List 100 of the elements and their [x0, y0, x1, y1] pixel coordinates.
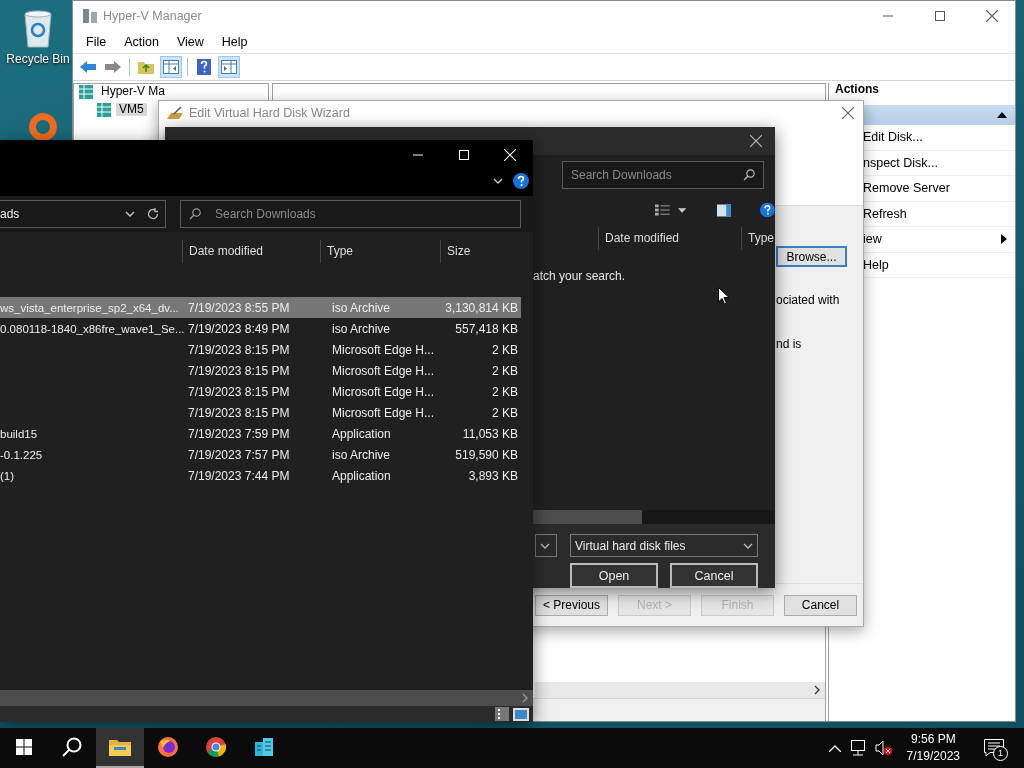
file-row[interactable]: 7/19/2023 8:15 PM Microsoft Edge H... 2 KB	[0, 402, 521, 423]
description-text: ociated with	[776, 293, 841, 307]
action-link[interactable]: iew	[863, 232, 1001, 247]
help-icon[interactable]	[760, 202, 776, 218]
description-text: nd is	[776, 337, 803, 351]
details-view-icon[interactable]	[495, 707, 509, 721]
horizontal-scrollbar[interactable]	[535, 682, 825, 698]
file-row[interactable]: (1) 7/19/2023 7:44 PM Application 3,893 KB	[0, 465, 521, 486]
clock[interactable]: 9:56 PM 7/19/2023	[900, 731, 966, 765]
help-icon[interactable]	[513, 173, 529, 189]
file-row[interactable]: build15 7/19/2023 7:59 PM Application 11,053 KB	[0, 423, 521, 444]
date-cell: 7/19/2023 8:15 PM	[188, 405, 290, 420]
notifications-button[interactable]: 1	[974, 728, 1014, 768]
search-field[interactable]: Search Downloads	[562, 161, 764, 189]
menu-item[interactable]: View	[167, 35, 213, 49]
column-header[interactable]: Date modified	[598, 226, 741, 250]
folder-icon[interactable]	[109, 738, 131, 756]
chevron-down-icon	[540, 542, 550, 549]
expand-ribbon-button[interactable]	[493, 178, 503, 184]
volume-muted-icon[interactable]	[874, 740, 893, 756]
file-row[interactable]: 7/19/2023 8:15 PM Microsoft Edge H... 2 KB	[0, 381, 521, 402]
size-cell: 3,893 KB	[468, 468, 518, 483]
desktop-icon-label[interactable]: Recycle Bin	[6, 52, 70, 66]
caret-up-icon[interactable]	[828, 744, 841, 752]
file-row[interactable]: -0.1.225 7/19/2023 7:57 PM iso Archive 519,590 KB	[0, 444, 521, 465]
file-row[interactable]: 7/19/2023 8:15 PM Microsoft Edge H... 2 KB	[0, 339, 521, 360]
wizard-button[interactable]: Cancel	[784, 594, 857, 616]
browser-logo-icon[interactable]	[205, 736, 227, 758]
close-icon	[750, 135, 762, 147]
maximize-icon	[935, 11, 945, 21]
wizard-button[interactable]: < Previous	[535, 594, 608, 616]
file-row[interactable]: ws_vista_enterprise_sp2_x64_dv... 7/19/2023 8:55 PM iso Archive 3,130,814 KB	[0, 297, 521, 318]
server-buildings-icon[interactable]	[253, 736, 275, 758]
app-icon	[83, 8, 97, 24]
column-header[interactable]: Date modified	[182, 240, 320, 263]
refresh-icon[interactable]	[147, 208, 159, 220]
close-icon	[842, 107, 854, 119]
address-bar[interactable]: ads	[0, 200, 166, 228]
dropdown-arrow-icon[interactable]	[677, 207, 686, 213]
maximize-icon	[459, 150, 469, 160]
search-icon[interactable]	[62, 737, 82, 757]
menu-item[interactable]: Action	[115, 35, 168, 49]
panel-right-icon	[221, 60, 237, 74]
file-row[interactable]: 0.080118-1840_x86fre_wave1_Se... 7/19/2023 8:49 PM iso Archive 557,418 KB	[0, 318, 521, 339]
file-name: ws_vista_enterprise_sp2_x64_dv...	[0, 301, 179, 314]
empty-message: atch your search.	[533, 269, 626, 283]
folder-up-icon	[138, 60, 154, 74]
show-tree-button[interactable]	[160, 56, 182, 78]
panel-left-icon	[163, 60, 179, 74]
preview-pane-icon[interactable]	[716, 203, 732, 217]
large-icons-view-icon[interactable]	[513, 707, 529, 721]
file-name: -0.1.225	[0, 448, 43, 461]
column-header[interactable]: Type	[320, 240, 440, 263]
file-name-dropdown[interactable]	[535, 534, 557, 557]
file-type-dropdown[interactable]: Virtual hard disk files	[570, 534, 758, 557]
size-cell: 11,053 KB	[462, 426, 518, 441]
tree-item[interactable]: VM5	[116, 103, 147, 116]
action-link[interactable]: Help	[863, 257, 1007, 272]
show-action-pane-button[interactable]	[218, 56, 240, 78]
horizontal-scrollbar[interactable]	[0, 690, 533, 706]
server-icon	[96, 101, 112, 118]
tree-item[interactable]: Hyper-V Ma	[98, 85, 168, 98]
size-cell: 557,418 KB	[455, 321, 518, 336]
windows-logo-icon[interactable]	[16, 739, 32, 755]
close-icon	[986, 10, 998, 22]
action-link[interactable]: Edit Disk...	[863, 130, 1007, 145]
taskbar-app[interactable]	[96, 728, 144, 768]
action-link[interactable]: Refresh	[863, 206, 1007, 221]
chevron-down-icon	[125, 211, 135, 217]
browse-button[interactable]: Browse...	[776, 246, 847, 267]
dialog-button[interactable]: Cancel	[670, 563, 758, 588]
forward-arrow-icon	[105, 61, 121, 73]
horizontal-scrollbar[interactable]	[533, 510, 775, 524]
back-arrow-icon	[80, 61, 96, 73]
network-icon[interactable]	[848, 740, 867, 756]
size-cell: 2 KB	[492, 405, 518, 420]
search-field[interactable]: Search Downloads	[180, 200, 521, 228]
size-cell: 3,130,814 KB	[445, 300, 518, 315]
window-title: Edit Virtual Hard Disk Wizard	[189, 106, 351, 120]
wizard-icon	[167, 107, 183, 119]
dialog-button[interactable]: Open	[570, 563, 658, 588]
menu-item[interactable]: Help	[212, 35, 257, 49]
type-cell: Microsoft Edge H...	[332, 342, 435, 357]
search-icon	[743, 169, 755, 181]
action-link[interactable]: nspect Disk...	[863, 155, 1007, 170]
file-row[interactable]: 7/19/2023 8:15 PM Microsoft Edge H... 2 KB	[0, 360, 521, 381]
menu-item[interactable]: File	[77, 35, 116, 49]
date-cell: 7/19/2023 7:59 PM	[188, 426, 290, 441]
fox-globe-icon[interactable]	[157, 736, 179, 758]
column-header[interactable]: Size	[440, 240, 520, 263]
collapse-icon	[997, 112, 1007, 118]
size-cell: 2 KB	[492, 363, 518, 378]
file-name: (1)	[0, 469, 15, 482]
column-header[interactable]: Type	[741, 226, 775, 250]
search-icon	[189, 208, 201, 220]
file-name: build15	[0, 427, 38, 440]
action-link[interactable]: Remove Server	[863, 181, 1007, 196]
view-options-icon[interactable]	[655, 204, 670, 216]
window-title: Hyper-V Manager	[103, 9, 203, 23]
close-icon	[504, 149, 516, 161]
